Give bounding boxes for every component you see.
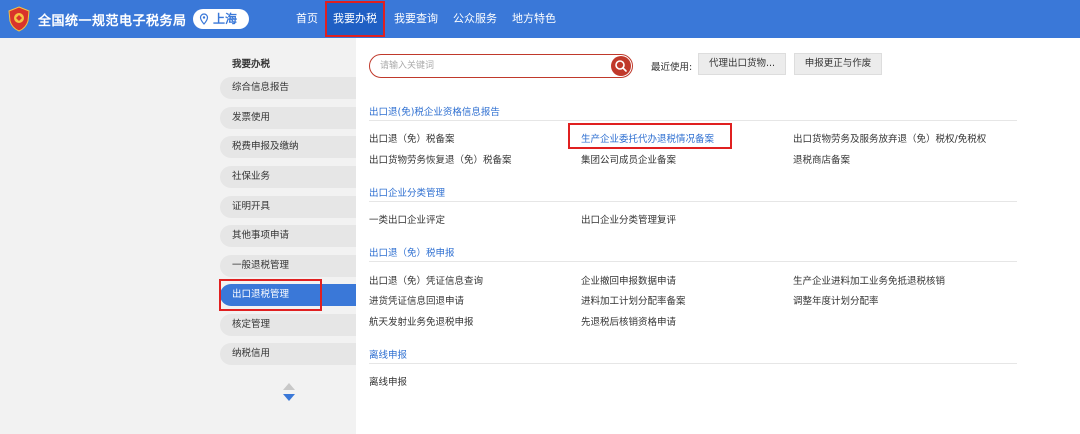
section-divider (369, 201, 1017, 202)
annotation-highlight-link (568, 123, 732, 149)
link-refund-store-filing[interactable]: 退税商店备案 (793, 152, 850, 166)
nav-local-features[interactable]: 地方特色 (512, 0, 556, 38)
link-processing-trade-writeoff[interactable]: 生产企业进料加工业务免抵退税核销 (793, 273, 945, 287)
section-divider (369, 261, 1017, 262)
sidebar-heading: 我要办税 (232, 59, 271, 70)
link-voucher-info-query[interactable]: 出口退（免）凭证信息查询 (369, 273, 483, 287)
nav-home[interactable]: 首页 (296, 0, 318, 38)
section-title-classification: 出口企业分类管理 (369, 188, 446, 199)
recent-button-correction[interactable]: 申报更正与作废 (794, 53, 882, 75)
search-button[interactable] (611, 56, 631, 76)
link-class-one-evaluation[interactable]: 一类出口企业评定 (369, 212, 445, 226)
link-plan-allocation-filing[interactable]: 进料加工计划分配率备案 (581, 293, 686, 307)
sidebar-item-tax-credit[interactable]: 纳税信用 (220, 343, 356, 365)
city-selector[interactable]: 上海 (193, 9, 249, 29)
tax-emblem-icon[interactable] (6, 5, 32, 33)
link-export-refund-filing[interactable]: 出口退（免）税备案 (369, 131, 455, 145)
search-icon (615, 60, 627, 72)
link-aerospace-refund[interactable]: 航天发射业务免退税申报 (369, 314, 474, 328)
sidebar-item-invoice[interactable]: 发票使用 (220, 107, 356, 129)
section-divider (369, 120, 1017, 121)
search-input[interactable] (380, 59, 600, 73)
sidebar-item-certificate[interactable]: 证明开具 (220, 196, 356, 218)
site-title[interactable]: 全国统一规范电子税务局 (38, 10, 187, 29)
sidebar-item-assessment[interactable]: 核定管理 (220, 314, 356, 336)
link-voucher-rollback[interactable]: 进货凭证信息回退申请 (369, 293, 464, 307)
nav-tax-handling[interactable]: 我要办税 (325, 1, 385, 37)
annotation-highlight-sidebar (219, 279, 322, 311)
top-header: 全国统一规范电子税务局 上海 首页 我要办税 我要查询 公众服务 地方特色 (0, 0, 1080, 38)
search-box (369, 54, 633, 78)
section-title-declaration: 出口退（免）税申报 (369, 248, 455, 259)
sidebar-item-social-security[interactable]: 社保业务 (220, 166, 356, 188)
sidebar-item-declaration-payment[interactable]: 税费申报及缴纳 (220, 136, 356, 158)
recent-used-label: 最近使用: (651, 62, 693, 73)
link-offline-declaration[interactable]: 离线申报 (369, 374, 407, 388)
link-classification-review[interactable]: 出口企业分类管理复评 (581, 212, 676, 226)
link-waive-refund-right[interactable]: 出口货物劳务及服务放弃退（免）税权/免税权 (793, 131, 986, 145)
scroll-updown-icon[interactable] (281, 382, 297, 404)
link-adjust-allocation-rate[interactable]: 调整年度计划分配率 (793, 293, 879, 307)
sidebar-item-other-requests[interactable]: 其他事项申请 (220, 225, 356, 247)
sidebar-item-comprehensive-info[interactable]: 综合信息报告 (220, 77, 356, 99)
sidebar-item-general-refund[interactable]: 一般退税管理 (220, 255, 356, 277)
nav-query[interactable]: 我要查询 (394, 0, 438, 38)
city-label: 上海 (213, 12, 238, 26)
section-title-offline: 离线申报 (369, 350, 408, 361)
link-refund-before-writeoff[interactable]: 先退税后核销资格申请 (581, 314, 676, 328)
location-pin-icon (199, 13, 209, 25)
link-restore-refund-filing[interactable]: 出口货物劳务恢复退（免）税备案 (369, 152, 512, 166)
nav-public-service[interactable]: 公众服务 (453, 0, 497, 38)
recent-button-agent-export[interactable]: 代理出口货物... (698, 53, 786, 75)
section-title-qualification: 出口退(免)税企业资格信息报告 (369, 107, 500, 118)
link-withdraw-declaration[interactable]: 企业撤回申报数据申请 (581, 273, 676, 287)
link-group-member-filing[interactable]: 集团公司成员企业备案 (581, 152, 676, 166)
section-divider (369, 363, 1017, 364)
